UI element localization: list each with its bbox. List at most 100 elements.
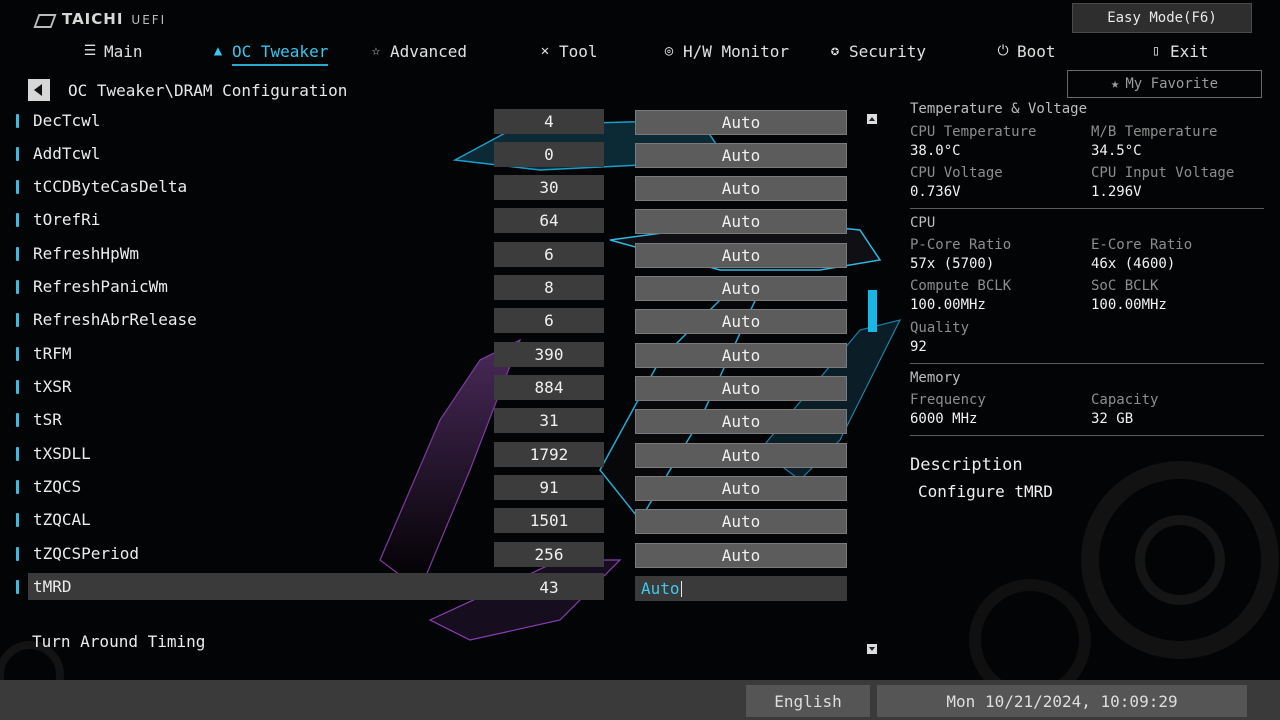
setting-name: AddTcwl (33, 144, 101, 163)
compute-bclk-label: Compute BCLK (910, 278, 1012, 294)
tab-security-label: Security (849, 41, 927, 61)
setting-row-torefri[interactable]: tOrefRi 64 Auto (10, 207, 850, 235)
setting-row-tccdbytecasdelta[interactable]: tCCDByteCasDelta 30 Auto (10, 174, 850, 202)
row-marker (16, 114, 19, 128)
scroll-down-arrow-icon[interactable] (867, 644, 877, 654)
setting-row-txsr[interactable]: tXSR 884 Auto (10, 374, 850, 402)
setting-option-field[interactable]: Auto (635, 509, 847, 534)
tab-oc-tweaker-label: OC Tweaker (232, 41, 329, 61)
setting-row-txsdll[interactable]: tXSDLL 1792 Auto (10, 441, 850, 469)
setting-current-value: 64 (494, 208, 604, 233)
row-marker (16, 280, 19, 294)
setting-option-field[interactable]: Auto (635, 209, 847, 234)
setting-current-value: 30 (494, 175, 604, 200)
description-title: Description (910, 455, 1023, 475)
setting-row-tmrd[interactable]: tMRD 43 Auto (10, 573, 850, 602)
back-button[interactable] (28, 79, 50, 101)
setting-row-tsr[interactable]: tSR 31 Auto (10, 407, 850, 435)
setting-option-field[interactable]: Auto (635, 176, 847, 201)
soc-bclk-label: SoC BCLK (1091, 278, 1159, 294)
setting-option-field[interactable]: Auto (635, 543, 847, 568)
row-marker (16, 480, 19, 494)
setting-option-field[interactable]: Auto (635, 409, 847, 434)
language-button[interactable]: English (746, 685, 870, 717)
scroll-up-arrow-icon[interactable] (867, 114, 877, 124)
scroll-thumb[interactable] (868, 290, 877, 332)
star-icon: ☆ (371, 43, 381, 59)
setting-name: tMRD (33, 577, 72, 596)
setting-option-field[interactable]: Auto (635, 143, 847, 168)
divider (910, 208, 1264, 209)
date-time-display: Mon 10/21/2024, 10:09:29 (877, 685, 1247, 717)
cpu-section-title: CPU (910, 215, 936, 231)
setting-option-field[interactable]: Auto (635, 443, 847, 468)
setting-option-field[interactable]: Auto (635, 343, 847, 368)
row-marker (16, 413, 19, 427)
setting-name: RefreshHpWm (33, 244, 139, 263)
setting-name: tSR (33, 410, 62, 429)
setting-option-field[interactable]: Auto (635, 309, 847, 334)
tab-oc-tweaker[interactable]: ▲ OC Tweaker (210, 38, 329, 66)
memory-section-title: Memory (910, 370, 961, 386)
star-icon: ★ (1110, 76, 1120, 92)
setting-current-value: 256 (494, 542, 604, 567)
cpu-temp-value: 38.0°C (910, 143, 961, 159)
status-bar: English Mon 10/21/2024, 10:09:29 (0, 680, 1280, 720)
ecore-ratio-label: E-Core Ratio (1091, 237, 1193, 253)
my-favorite-label: My Favorite (1125, 76, 1219, 92)
tab-tool[interactable]: ✕ Tool (537, 38, 598, 64)
breadcrumb-bar: OC Tweaker\DRAM Configuration (28, 78, 347, 102)
setting-row-trfm[interactable]: tRFM 390 Auto (10, 341, 850, 369)
cpu-temp-label: CPU Temperature (910, 124, 1037, 140)
setting-current-value: 31 (494, 408, 604, 433)
row-marker (16, 180, 19, 194)
setting-name: RefreshPanicWm (33, 277, 168, 296)
tab-advanced[interactable]: ☆ Advanced (368, 38, 467, 64)
setting-row-refreshhpwm[interactable]: RefreshHpWm 6 Auto (10, 241, 850, 269)
setting-name: tRFM (33, 344, 72, 363)
rocket-icon: ▲ (213, 43, 223, 59)
tab-hw-monitor[interactable]: ◎ H/W Monitor (661, 38, 789, 64)
tab-tool-label: Tool (559, 41, 598, 61)
settings-scrollbar[interactable] (866, 112, 880, 657)
temp-voltage-title: Temperature & Voltage (910, 101, 1088, 117)
setting-name: tZQCS (33, 477, 82, 496)
easy-mode-button[interactable]: Easy Mode(F6) (1072, 3, 1252, 33)
list-icon: ☰ (83, 43, 97, 59)
setting-option-field[interactable]: Auto (635, 276, 847, 301)
tab-main-label: Main (104, 41, 143, 61)
tab-security[interactable]: ✪ Security (827, 38, 926, 64)
setting-option-field-active[interactable]: Auto (635, 576, 847, 601)
row-marker (16, 247, 19, 261)
setting-option-field[interactable]: Auto (635, 476, 847, 501)
setting-name: tXSR (33, 377, 72, 396)
tab-hw-monitor-label: H/W Monitor (683, 41, 789, 61)
tab-main[interactable]: ☰ Main (82, 38, 143, 64)
frequency-label: Frequency (910, 392, 986, 408)
setting-row-tzqcal[interactable]: tZQCAL 1501 Auto (10, 507, 850, 535)
setting-row-tzqcsperiod[interactable]: tZQCSPeriod 256 Auto (10, 541, 850, 569)
setting-row-refreshpanicwm[interactable]: RefreshPanicWm 8 Auto (10, 274, 850, 302)
setting-row-tzqcs[interactable]: tZQCS 91 Auto (10, 474, 850, 502)
setting-current-value: 8 (494, 275, 604, 300)
row-marker (16, 547, 19, 561)
row-marker (16, 147, 19, 161)
setting-option-field[interactable]: Auto (635, 110, 847, 135)
ecore-ratio-value: 46x (4600) (1091, 256, 1176, 272)
tab-boot[interactable]: ⏻ Boot (995, 38, 1055, 64)
row-marker (16, 213, 19, 227)
cpu-input-voltage-value: 1.296V (1091, 184, 1142, 200)
frequency-value: 6000 MHz (910, 411, 978, 427)
setting-row-refreshabrrelease[interactable]: RefreshAbrRelease 6 Auto (10, 307, 850, 335)
my-favorite-button[interactable]: ★ My Favorite (1067, 70, 1262, 98)
setting-row-addtcwl[interactable]: AddTcwl 0 Auto (10, 141, 850, 169)
setting-row-dectcwl[interactable]: DecTcwl 4 Auto (10, 108, 850, 136)
exit-icon: ▯ (1151, 43, 1161, 59)
setting-option-field[interactable]: Auto (635, 376, 847, 401)
setting-current-value: 884 (494, 375, 604, 400)
tab-exit[interactable]: ▯ Exit (1148, 38, 1209, 64)
section-heading-turn-around-timing[interactable]: Turn Around Timing (32, 632, 205, 651)
setting-name: tOrefRi (33, 210, 101, 229)
setting-option-field[interactable]: Auto (635, 243, 847, 268)
compute-bclk-value: 100.00MHz (910, 297, 986, 313)
